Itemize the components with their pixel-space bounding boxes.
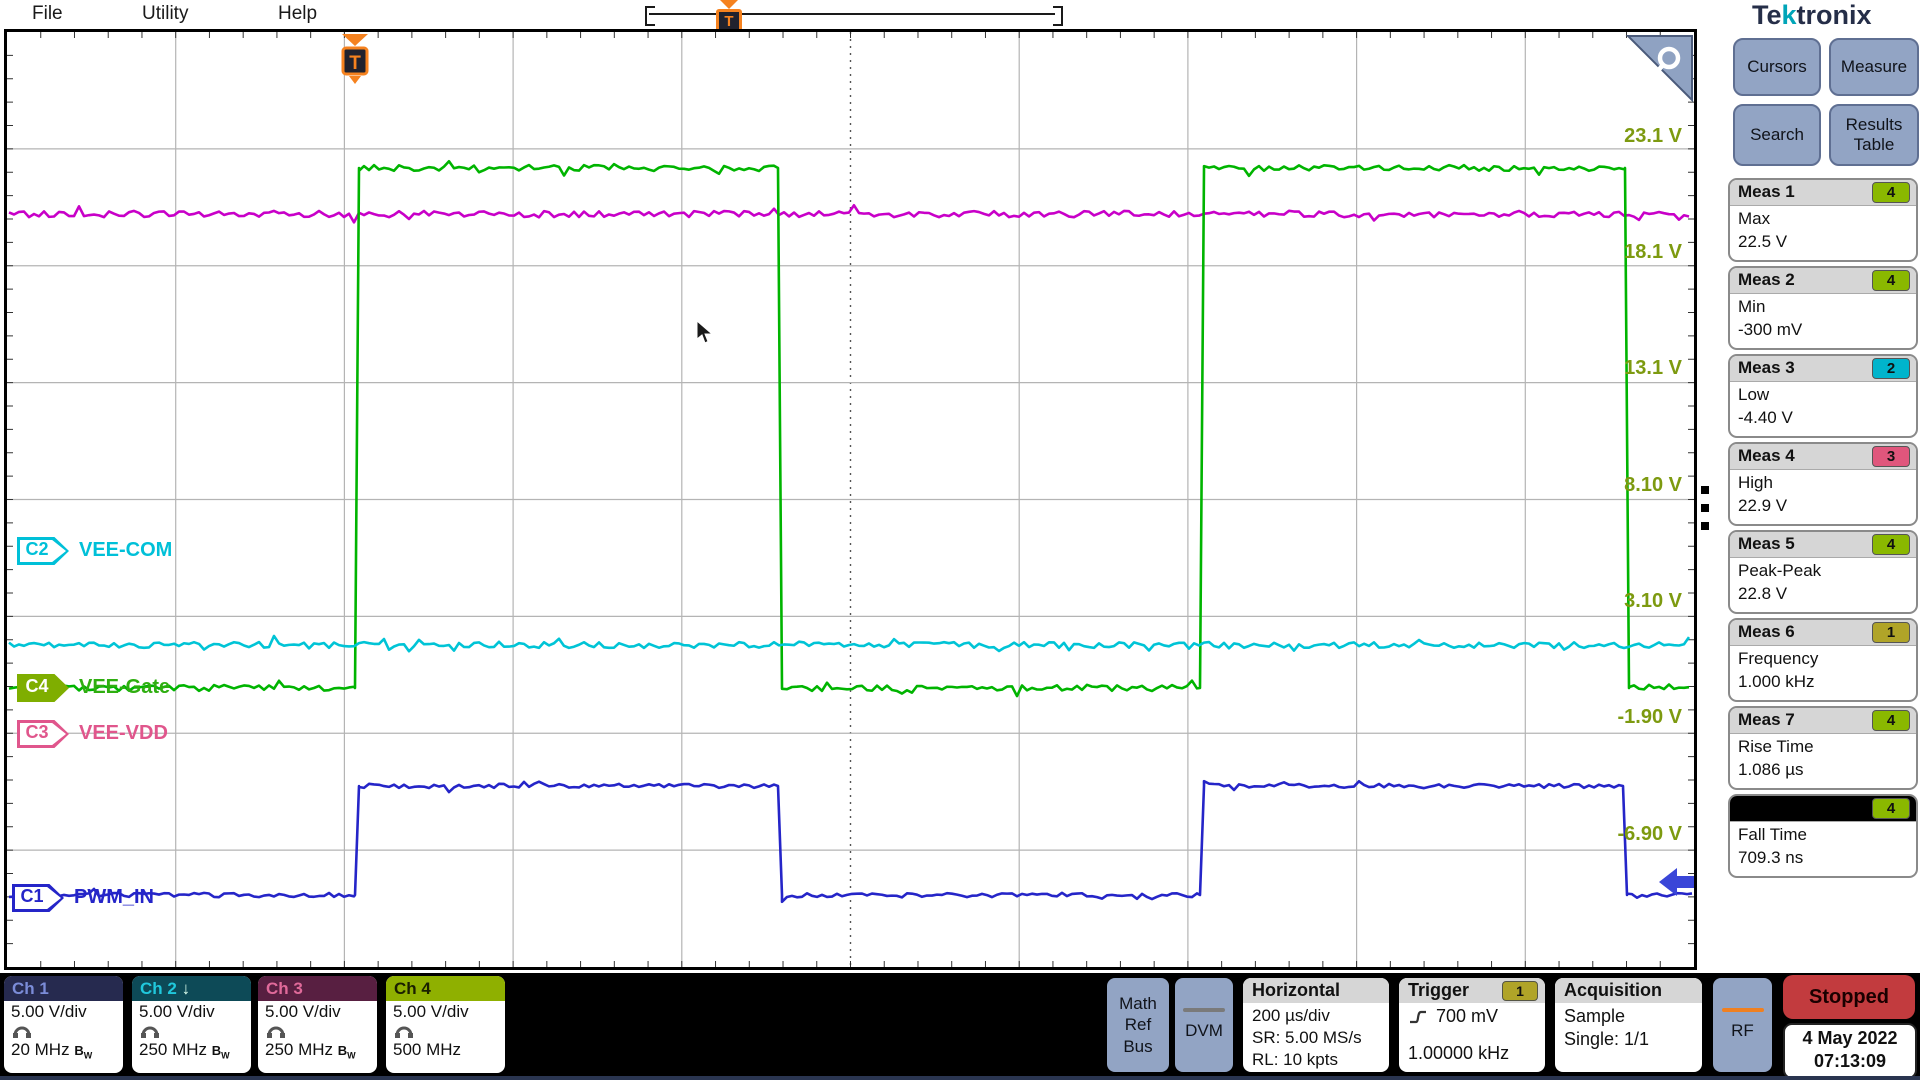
source-badge: 3: [1872, 446, 1910, 467]
results-table-button[interactable]: Results Table: [1829, 104, 1919, 166]
date-label: 4 May 2022: [1785, 1027, 1915, 1050]
bw-limit-icon: BW: [338, 1043, 356, 1058]
source-badge: 4: [1872, 534, 1910, 555]
axis-label: -6.90 V: [1552, 823, 1682, 846]
source-badge: 4: [1872, 798, 1910, 819]
dvm-button[interactable]: DVM: [1175, 978, 1233, 1072]
meas-1-badge[interactable]: Meas 14 Max22.5 V: [1728, 178, 1918, 262]
scope-graticule: T: [7, 32, 1694, 967]
probe-icon: [265, 1023, 287, 1039]
acquisition-panel[interactable]: Acquisition Sample Single: 1/1: [1555, 978, 1702, 1072]
meas-8-badge-selected[interactable]: 4 Fall Time709.3 ns: [1728, 794, 1918, 878]
meas-7-badge[interactable]: Meas 74 Rise Time1.086 µs: [1728, 706, 1918, 790]
ch2-badge[interactable]: Ch 2 ↓ 5.00 V/div 250 MHz BW: [132, 976, 251, 1073]
meas-4-badge[interactable]: Meas 43 High22.9 V: [1728, 442, 1918, 526]
meas-6-badge[interactable]: Meas 61 Frequency1.000 kHz: [1728, 618, 1918, 702]
bw-limit-icon: BW: [74, 1043, 92, 1058]
axis-label: -1.90 V: [1552, 706, 1682, 729]
rf-button[interactable]: RF: [1713, 978, 1772, 1072]
dvm-indicator-line: [1183, 1008, 1225, 1012]
source-badge: 4: [1872, 270, 1910, 291]
run-stop-status[interactable]: Stopped: [1783, 975, 1915, 1019]
panel-drag-handle[interactable]: [1699, 486, 1711, 542]
ground-arrow-icon: ↓: [182, 979, 191, 998]
rf-indicator-line: [1722, 1008, 1764, 1012]
source-badge: 4: [1872, 182, 1910, 203]
ch4-badge[interactable]: Ch 4 5.00 V/div 500 MHz BW: [386, 976, 505, 1073]
horizontal-position-slider[interactable]: [649, 13, 1055, 15]
svg-text:T: T: [349, 53, 361, 74]
waveform-display: T 23.1 V 18.1 V 13.1 V 8.10 V 3.10 V -1.…: [4, 29, 1697, 970]
probe-icon: [393, 1023, 415, 1039]
time-label: 07:13:09: [1785, 1050, 1915, 1073]
tektronix-logo: Tektronix: [1752, 0, 1872, 31]
rising-edge-icon: [1408, 1008, 1428, 1026]
trigger-panel[interactable]: Trigger 1 700 mV 1.00000 kHz: [1399, 978, 1545, 1072]
slider-left-bracket: [645, 6, 655, 26]
measure-button[interactable]: Measure: [1829, 38, 1919, 96]
trigger-source-badge: 1: [1502, 981, 1538, 1001]
ch3-badge[interactable]: Ch 3 5.00 V/div 250 MHz BW: [258, 976, 377, 1073]
screen-edge-line: [0, 1076, 1920, 1080]
horizontal-panel[interactable]: Horizontal 200 µs/div SR: 5.00 MS/s RL: …: [1243, 978, 1389, 1072]
source-badge: 4: [1872, 710, 1910, 731]
cursors-button[interactable]: Cursors: [1733, 38, 1821, 96]
search-button[interactable]: Search: [1733, 104, 1821, 166]
axis-label: 23.1 V: [1552, 125, 1682, 148]
ch1-badge[interactable]: Ch 1 5.00 V/div 20 MHz BW: [4, 976, 123, 1073]
math-ref-bus-button[interactable]: MathRefBus: [1107, 978, 1169, 1072]
axis-label: 13.1 V: [1552, 357, 1682, 380]
trigger-triangle-icon: [720, 0, 738, 9]
menu-file[interactable]: File: [32, 3, 63, 25]
bw-limit-icon: BW: [212, 1043, 230, 1058]
meas-2-badge[interactable]: Meas 24 Min-300 mV: [1728, 266, 1918, 350]
menu-utility[interactable]: Utility: [142, 3, 188, 25]
source-badge: 2: [1872, 358, 1910, 379]
axis-label: 18.1 V: [1552, 241, 1682, 264]
axis-label: 8.10 V: [1552, 474, 1682, 497]
bottom-bar: Ch 1 5.00 V/div 20 MHz BW Ch 2 ↓ 5.00 V/…: [0, 973, 1920, 1076]
datetime-panel: 4 May 2022 07:13:09: [1783, 1023, 1917, 1079]
source-badge: 1: [1872, 622, 1910, 643]
meas-3-badge[interactable]: Meas 32 Low-4.40 V: [1728, 354, 1918, 438]
meas-5-badge[interactable]: Meas 54 Peak-Peak22.8 V: [1728, 530, 1918, 614]
menu-help[interactable]: Help: [278, 3, 317, 25]
probe-icon: [11, 1023, 33, 1039]
probe-icon: [139, 1023, 161, 1039]
axis-label: 3.10 V: [1552, 590, 1682, 613]
slider-right-bracket: [1053, 6, 1063, 26]
menu-bar: File Utility Help T: [0, 0, 1920, 28]
